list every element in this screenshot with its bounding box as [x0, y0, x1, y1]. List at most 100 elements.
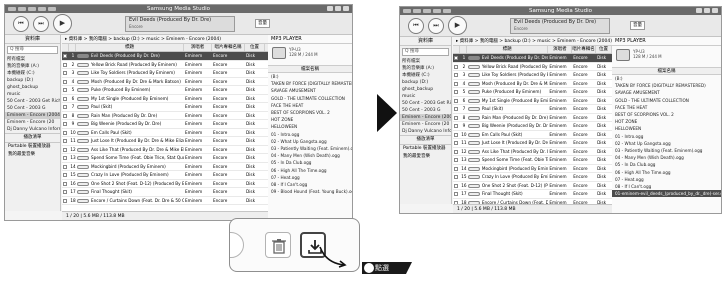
table-row[interactable]: 5 Puke (Produced By Eminem) Eminem Encore Di…	[62, 86, 268, 95]
device-file-item[interactable]: BEST OF SCORPIONS VOL. 2	[268, 109, 352, 116]
column-check[interactable]	[62, 44, 69, 51]
device-file-item[interactable]: 06 - High All The Time.ogg	[612, 169, 721, 176]
tree-node[interactable]: 50 Cent - 2003 Get Rich	[400, 100, 451, 107]
table-row[interactable]: 12 Ass Like That (Produced By Dr. Dre & M…	[62, 146, 268, 154]
playlist-item[interactable]: Portable 裝置播放器	[400, 145, 451, 153]
row-checkbox[interactable]	[453, 80, 460, 88]
tree-node[interactable]: 50 Cent - 2003 Get Rich	[5, 98, 60, 105]
column-album[interactable]: 唱片專輯名稱	[212, 44, 245, 51]
row-checkbox[interactable]	[453, 114, 460, 122]
tree-node[interactable]: 本機磁碟 (C:)	[5, 70, 60, 77]
device-file-item[interactable]: 09 - Blood Hound (Feat. Young Buck).ogg	[268, 188, 352, 195]
device-file-item[interactable]: SAVAGE AMUSEMENT	[268, 87, 352, 94]
device-file-item[interactable]: 08 - If I Can't.ogg	[612, 183, 721, 190]
table-row[interactable]: 8 Rain Man (Produced By Dr. Dre) Eminem Enc…	[62, 112, 268, 120]
row-checkbox[interactable]	[62, 180, 69, 188]
row-checkbox[interactable]	[453, 190, 460, 198]
device-file-item[interactable]: TAKEN BY FORCE (DIGITALLY REMASTERED)	[268, 80, 352, 87]
table-row[interactable]: 14 Mockingbird (Produced By Eminem) Eminem…	[62, 163, 268, 171]
table-row[interactable]: 12 Ass Like That (Produced By Dr. Dre & M…	[453, 148, 612, 156]
table-row[interactable]: 13 Spend Some Time (Feat. Obie Trice, Sta…	[62, 154, 268, 163]
tree-node[interactable]: Dj Danny Vulcano Informatie	[400, 128, 451, 135]
row-checkbox[interactable]	[62, 154, 69, 162]
row-checkbox[interactable]	[453, 97, 460, 105]
tree-node[interactable]: Eminem - Encore (20	[400, 121, 451, 128]
table-row[interactable]: 9 Big Weenie (Produced By Dr. Dre) Eminem E…	[62, 120, 268, 129]
library-search-input[interactable]: Q 搜尋	[7, 46, 58, 54]
playlist-item[interactable]: 我的最愛音樂	[5, 151, 60, 159]
device-file-item[interactable]: BEST OF SCORPIONS VOL. 2	[612, 111, 721, 118]
play-button[interactable]: ▶	[53, 14, 72, 33]
table-row[interactable]: 16 One Shot 2 Shot (Feat. D-12) (Produced…	[453, 182, 612, 190]
row-checkbox[interactable]	[453, 122, 460, 130]
row-checkbox[interactable]	[62, 95, 69, 103]
tree-node[interactable]: ghost_backup	[5, 84, 60, 91]
playlist-item[interactable]: 我的最愛音樂	[400, 153, 451, 161]
device-file-item[interactable]: 01 - Intro.ogg	[612, 133, 721, 140]
column-artist[interactable]: 演唱者	[548, 46, 573, 53]
menu-bar[interactable]	[8, 7, 56, 11]
device-file-item[interactable]: 01-eminem-evil_deeds_(produced_by_dr._dr…	[612, 190, 721, 198]
row-checkbox[interactable]	[453, 105, 460, 113]
row-checkbox[interactable]	[62, 197, 69, 205]
folder-tree[interactable]: 所有檔案 我的音樂庫 (A:) 本機磁碟 (C:) backup (D:) ghost_…	[400, 58, 451, 135]
row-checkbox[interactable]	[453, 88, 460, 96]
device-file-item[interactable]: 06 - High All The Time.ogg	[268, 167, 352, 174]
tree-node[interactable]: 本機磁碟 (C:)	[400, 72, 451, 79]
tree-node[interactable]: 所有檔案	[400, 58, 451, 65]
row-checkbox[interactable]	[62, 52, 69, 60]
row-checkbox[interactable]	[453, 173, 460, 181]
next-button[interactable]: ⏭	[33, 16, 49, 32]
table-row[interactable]: 4 Mosh (Produced By Dr. Dre & Mark Batson…	[453, 80, 612, 88]
volume-label[interactable]: 音量	[255, 19, 270, 28]
device-file-item[interactable]: 05 - In Da Club.ogg	[612, 161, 721, 168]
table-row[interactable]: 15Crazy In Love (Produced By Eminem)Emin…	[453, 173, 612, 182]
window-buttons[interactable]	[696, 8, 718, 13]
tree-node[interactable]: backup (D:)	[400, 79, 451, 86]
device-file-item[interactable]: SAVAGE AMUSEMENT	[612, 89, 721, 96]
row-checkbox[interactable]	[453, 148, 460, 156]
column-number[interactable]	[460, 46, 467, 53]
row-checkbox[interactable]	[453, 71, 460, 79]
column-title[interactable]: 標題	[467, 46, 549, 53]
table-row[interactable]: 6 My 1st Single (Produced By Eminem)Emine…	[453, 97, 612, 105]
row-checkbox[interactable]	[62, 188, 69, 196]
delete-button[interactable]	[265, 232, 291, 258]
device-file-item[interactable]: 02 - What Up Gangsta.ogg	[612, 140, 721, 147]
table-row[interactable]: 18 Encore / Curtains Down (Feat. Dr. Dre …	[62, 197, 268, 205]
device-file-item[interactable]: GOLD - THE ULTIMATE COLLECTION	[612, 97, 721, 104]
prev-button[interactable]: ⏮	[13, 16, 29, 32]
menu-bar[interactable]	[403, 9, 451, 13]
row-checkbox[interactable]	[62, 86, 69, 94]
volume-label[interactable]: 音量	[630, 21, 645, 30]
column-check[interactable]	[453, 46, 460, 53]
next-button[interactable]: ⏭	[428, 18, 444, 34]
table-row[interactable]: 17 Final Thought (Skit) Eminem Encore Disk	[453, 190, 612, 199]
table-row[interactable]: 13 Spend Some Time (Feat. Obie Trice, Sta…	[453, 156, 612, 165]
column-number[interactable]	[69, 44, 76, 51]
device-file-list[interactable]: (B:)TAKEN BY FORCE (DIGITALLY REMASTERED…	[612, 75, 721, 198]
column-artist[interactable]: 演唱者	[184, 44, 212, 51]
tree-node[interactable]: music	[5, 91, 60, 98]
row-checkbox[interactable]	[62, 129, 69, 137]
device-file-item[interactable]: HOT ZONE	[268, 116, 352, 123]
table-row[interactable]: 4 Mosh (Produced By Dr. Dre & Mark Batson…	[62, 78, 268, 86]
column-album[interactable]: 唱片專輯名稱	[572, 46, 597, 53]
device-file-item[interactable]: 08 - If I Can't.ogg	[268, 181, 352, 188]
table-row[interactable]: 11 Just Lose It (Produced By Dr. Dre & Mi…	[62, 137, 268, 146]
device-file-item[interactable]: 03 - Patiently Waiting (Feat. Eminem).og…	[268, 145, 352, 152]
table-row[interactable]: 10 Em Calls Paul (Skit) Eminem Encore Disk	[62, 129, 268, 137]
device-file-item[interactable]: HELLOWEEN	[268, 123, 352, 130]
column-location[interactable]: 位置	[245, 44, 265, 51]
tree-node[interactable]: Eminem - Encore (20	[5, 119, 60, 126]
row-checkbox[interactable]	[453, 54, 460, 62]
tree-node[interactable]: Dj Danny Vulcano Informatie	[5, 126, 60, 133]
table-row[interactable]: 10 Em Calls Paul (Skit) Eminem Encore Disk	[453, 131, 612, 139]
device-file-list[interactable]: (B:)TAKEN BY FORCE (DIGITALLY REMASTERED…	[268, 73, 352, 195]
device-file-item[interactable]: FACE THE HEAT	[268, 102, 352, 109]
table-row[interactable]: 3Like Toy Soldiers (Produced By Eminem)E…	[453, 71, 612, 80]
tree-node[interactable]: 我的音樂庫 (A:)	[5, 63, 60, 70]
row-checkbox[interactable]	[62, 137, 69, 145]
column-title[interactable]: 標題	[76, 44, 184, 51]
table-row[interactable]: 15Crazy In Love (Produced By Eminem)Emin…	[62, 171, 268, 180]
